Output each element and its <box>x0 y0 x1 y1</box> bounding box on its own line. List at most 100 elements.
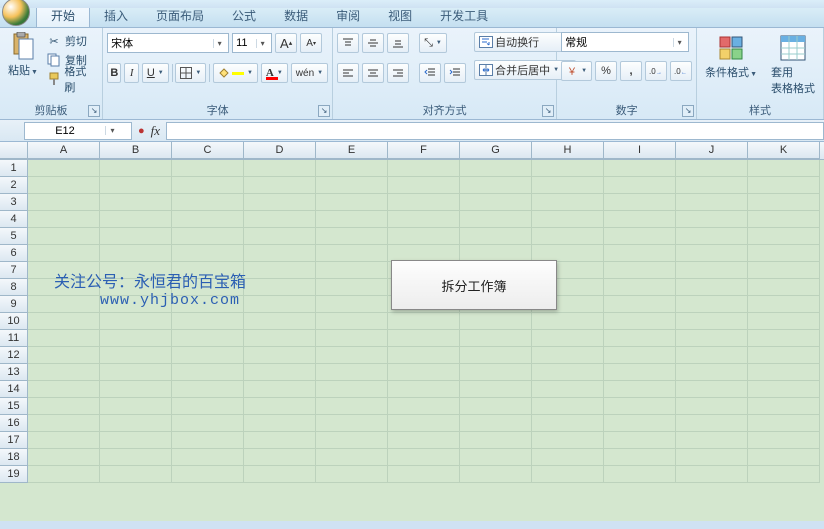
cell[interactable] <box>388 398 460 415</box>
cell[interactable] <box>388 313 460 330</box>
col-header[interactable]: J <box>676 142 748 159</box>
cell[interactable] <box>172 245 244 262</box>
cell[interactable] <box>460 330 532 347</box>
col-header[interactable]: B <box>100 142 172 159</box>
cell[interactable] <box>100 432 172 449</box>
cell[interactable] <box>460 313 532 330</box>
cell[interactable] <box>172 160 244 177</box>
row-header[interactable]: 7 <box>0 262 28 279</box>
cell[interactable] <box>316 279 388 296</box>
cell[interactable] <box>676 381 748 398</box>
cell[interactable] <box>676 245 748 262</box>
cut-button[interactable]: ✂ 剪切 <box>44 32 98 50</box>
cell[interactable] <box>28 313 100 330</box>
cell[interactable] <box>100 466 172 483</box>
cell[interactable] <box>460 466 532 483</box>
cell[interactable] <box>244 279 316 296</box>
row-header[interactable]: 17 <box>0 432 28 449</box>
cell[interactable] <box>388 211 460 228</box>
col-header[interactable]: E <box>316 142 388 159</box>
format-painter-button[interactable]: 格式刷 <box>44 70 98 88</box>
cell[interactable] <box>244 449 316 466</box>
comma-button[interactable]: , <box>620 61 642 81</box>
percent-button[interactable]: % <box>595 61 617 81</box>
cell[interactable] <box>28 347 100 364</box>
cell[interactable] <box>28 449 100 466</box>
cell[interactable] <box>172 177 244 194</box>
cell[interactable] <box>244 228 316 245</box>
row-header[interactable]: 4 <box>0 211 28 228</box>
paste-button[interactable]: 粘贴▼ <box>4 30 42 80</box>
col-header[interactable]: I <box>604 142 676 159</box>
cell[interactable] <box>172 449 244 466</box>
cell[interactable] <box>676 330 748 347</box>
cell[interactable] <box>28 177 100 194</box>
cell[interactable] <box>748 381 820 398</box>
cell[interactable] <box>460 194 532 211</box>
cell[interactable] <box>532 160 604 177</box>
cell[interactable] <box>172 228 244 245</box>
row-header[interactable]: 15 <box>0 398 28 415</box>
clipboard-launcher[interactable]: ↘ <box>88 105 100 117</box>
fill-color-button[interactable]: ▼ <box>213 63 258 83</box>
cell[interactable] <box>388 347 460 364</box>
row-header[interactable]: 19 <box>0 466 28 483</box>
cell[interactable] <box>316 398 388 415</box>
cell[interactable] <box>28 160 100 177</box>
row-header[interactable]: 12 <box>0 347 28 364</box>
underline-button[interactable]: U▼ <box>142 63 169 83</box>
increase-decimal-button[interactable]: .0→ <box>645 61 667 81</box>
cancel-icon[interactable]: ● <box>138 125 145 137</box>
cell[interactable] <box>532 364 604 381</box>
cell[interactable] <box>460 160 532 177</box>
cell[interactable] <box>532 313 604 330</box>
format-as-table-button[interactable]: 套用 表格格式 <box>767 32 819 98</box>
cell[interactable] <box>748 398 820 415</box>
cell[interactable] <box>100 228 172 245</box>
conditional-format-button[interactable]: 条件格式▼ <box>701 32 761 82</box>
cell[interactable] <box>604 279 676 296</box>
cell[interactable] <box>604 262 676 279</box>
cell[interactable] <box>604 245 676 262</box>
cell[interactable] <box>676 364 748 381</box>
cell[interactable] <box>676 432 748 449</box>
cell[interactable] <box>100 347 172 364</box>
cell[interactable] <box>172 347 244 364</box>
wrap-text-button[interactable]: 自动换行 <box>474 32 566 52</box>
cell[interactable] <box>316 381 388 398</box>
cell[interactable] <box>28 432 100 449</box>
cell[interactable] <box>388 466 460 483</box>
cell[interactable] <box>244 296 316 313</box>
cell[interactable] <box>532 398 604 415</box>
cell[interactable] <box>388 228 460 245</box>
cell[interactable] <box>100 330 172 347</box>
cell[interactable] <box>460 177 532 194</box>
cell[interactable] <box>28 381 100 398</box>
col-header[interactable]: F <box>388 142 460 159</box>
cell[interactable] <box>316 160 388 177</box>
cell[interactable] <box>316 194 388 211</box>
row-header[interactable]: 8 <box>0 279 28 296</box>
cell[interactable] <box>28 398 100 415</box>
increase-font-button[interactable]: A▴ <box>275 33 297 53</box>
cell[interactable] <box>388 432 460 449</box>
cell[interactable] <box>172 432 244 449</box>
cell[interactable] <box>172 398 244 415</box>
cell[interactable] <box>748 279 820 296</box>
cell[interactable] <box>100 449 172 466</box>
cell[interactable] <box>388 415 460 432</box>
cell[interactable] <box>316 296 388 313</box>
formula-input[interactable] <box>166 122 824 140</box>
row-header[interactable]: 11 <box>0 330 28 347</box>
cell[interactable] <box>172 381 244 398</box>
col-header[interactable]: H <box>532 142 604 159</box>
align-middle-button[interactable] <box>362 33 384 53</box>
currency-button[interactable]: ￥▼ <box>561 61 592 81</box>
cell[interactable] <box>316 245 388 262</box>
cell[interactable] <box>532 381 604 398</box>
cell[interactable] <box>100 313 172 330</box>
cell[interactable] <box>748 449 820 466</box>
cell[interactable] <box>532 415 604 432</box>
cell[interactable] <box>100 177 172 194</box>
cell[interactable] <box>388 330 460 347</box>
